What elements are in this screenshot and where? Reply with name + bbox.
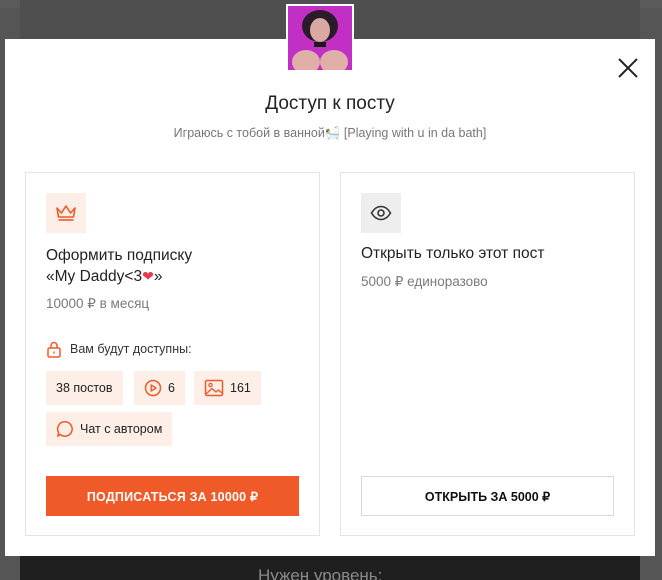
subscription-title-line1: Оформить подписку (46, 247, 193, 264)
lock-icon (47, 341, 61, 358)
chip-images-label: 161 (230, 381, 251, 395)
subscription-title: Оформить подписку «My Daddy<3❤» (46, 245, 306, 287)
crown-icon (56, 205, 76, 221)
subscribe-button[interactable]: ПОДПИСАТЬСЯ ЗА 10000 ₽ (46, 476, 299, 516)
subscription-name: «My Daddy<3 (46, 268, 143, 285)
single-post-price: 5000 ₽ единоразово (361, 274, 488, 289)
avatar-photo (288, 6, 352, 70)
subscription-card: Оформить подписку «My Daddy<3❤» 10000 ₽ … (25, 172, 320, 536)
subscription-name-suffix: » (153, 268, 163, 285)
subscription-price: 10000 ₽ в месяц (46, 296, 150, 311)
chip-author-chat: Чат с автором (46, 412, 173, 446)
chip-chat-label: Чат с автором (80, 422, 163, 436)
image-icon (204, 379, 224, 397)
chip-videos-label: 6 (168, 381, 175, 395)
creator-avatar (286, 4, 354, 72)
open-post-button[interactable]: ОТКРЫТЬ ЗА 5000 ₽ (361, 476, 614, 516)
subscription-title-line2: «My Daddy<3❤» (46, 266, 306, 287)
chip-posts-label: 38 постов (56, 381, 113, 395)
modal-title: Доступ к посту (265, 93, 395, 114)
single-post-title: Открыть только этот пост (361, 245, 545, 262)
available-label-row: Вам будут доступны: (46, 340, 192, 358)
close-icon (618, 58, 638, 78)
single-post-card: Открыть только этот пост 5000 ₽ единораз… (340, 172, 635, 536)
post-access-modal: Доступ к посту Играюсь с тобой в ванной🛀… (5, 39, 655, 556)
background-level-hint: Нужен уровень: (258, 566, 383, 580)
eye-icon (370, 205, 392, 221)
video-play-icon (144, 379, 162, 397)
chip-videos-count: 6 (134, 371, 185, 405)
chip-posts-count: 38 постов (46, 371, 123, 405)
heart-emoji: ❤ (142, 268, 154, 284)
post-subtitle: Играюсь с тобой в ванной🛀 [Playing with … (173, 126, 487, 140)
close-button[interactable] (615, 55, 641, 81)
crown-icon-box (46, 193, 86, 233)
available-label: Вам будут доступны: (70, 342, 192, 356)
chip-images-count: 161 (194, 371, 261, 405)
chat-icon (56, 421, 73, 437)
eye-icon-box (361, 193, 401, 233)
